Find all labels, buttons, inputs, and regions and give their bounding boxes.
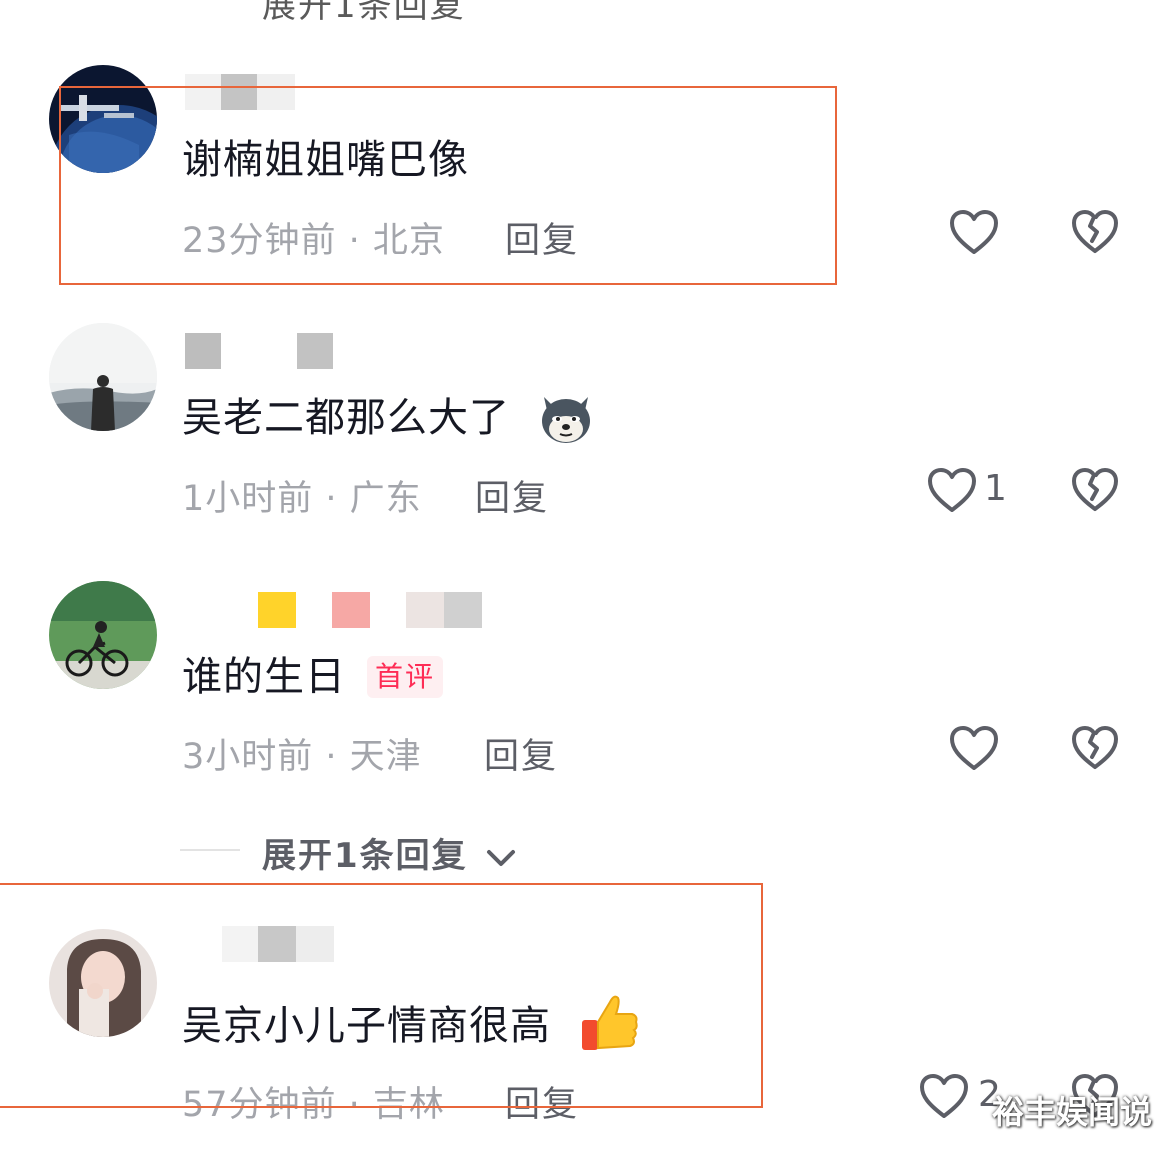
comment-meta: 1小时前 · 广东 bbox=[182, 479, 422, 519]
heart-outline-icon[interactable] bbox=[948, 724, 1000, 772]
broken-heart-icon[interactable] bbox=[1071, 208, 1119, 256]
avatar-cyclist-image bbox=[49, 581, 157, 689]
heart-outline-icon[interactable] bbox=[918, 1072, 970, 1120]
comment-meta: 3小时前 · 天津 bbox=[182, 737, 422, 777]
expand-replies-label: 展开1条回复 bbox=[262, 836, 468, 876]
chevron-down-icon bbox=[486, 849, 515, 866]
highlight-box bbox=[0, 883, 763, 1108]
comment-text: 吴老二都那么大了 bbox=[182, 395, 510, 441]
expand-replies-button[interactable]: 展开1条回复 bbox=[262, 828, 516, 877]
first-comment-badge: 首评 bbox=[367, 656, 444, 698]
avatar[interactable] bbox=[49, 581, 157, 689]
broken-heart-icon[interactable] bbox=[1071, 724, 1119, 772]
highlight-box bbox=[59, 86, 837, 285]
expand-divider bbox=[180, 849, 240, 851]
username-blurred[interactable] bbox=[258, 592, 482, 628]
watermark: 裕丰娱闻说 bbox=[991, 1093, 1152, 1131]
broken-heart-icon[interactable] bbox=[1071, 466, 1119, 514]
username-blurred[interactable] bbox=[185, 333, 335, 369]
reply-button[interactable]: 回复 bbox=[475, 470, 549, 521]
heart-outline-icon[interactable] bbox=[926, 466, 978, 514]
like-count: 1 bbox=[984, 468, 1007, 509]
heart-outline-icon[interactable] bbox=[948, 208, 1000, 256]
reply-button[interactable]: 回复 bbox=[484, 728, 558, 779]
avatar[interactable] bbox=[49, 323, 157, 431]
avatar-silhouette-image bbox=[49, 323, 157, 431]
top-expand-replies-partial[interactable]: 展开1条回复 bbox=[262, 0, 466, 27]
comment-text: 谁的生日 bbox=[182, 654, 346, 700]
doge-emoji bbox=[538, 389, 594, 445]
